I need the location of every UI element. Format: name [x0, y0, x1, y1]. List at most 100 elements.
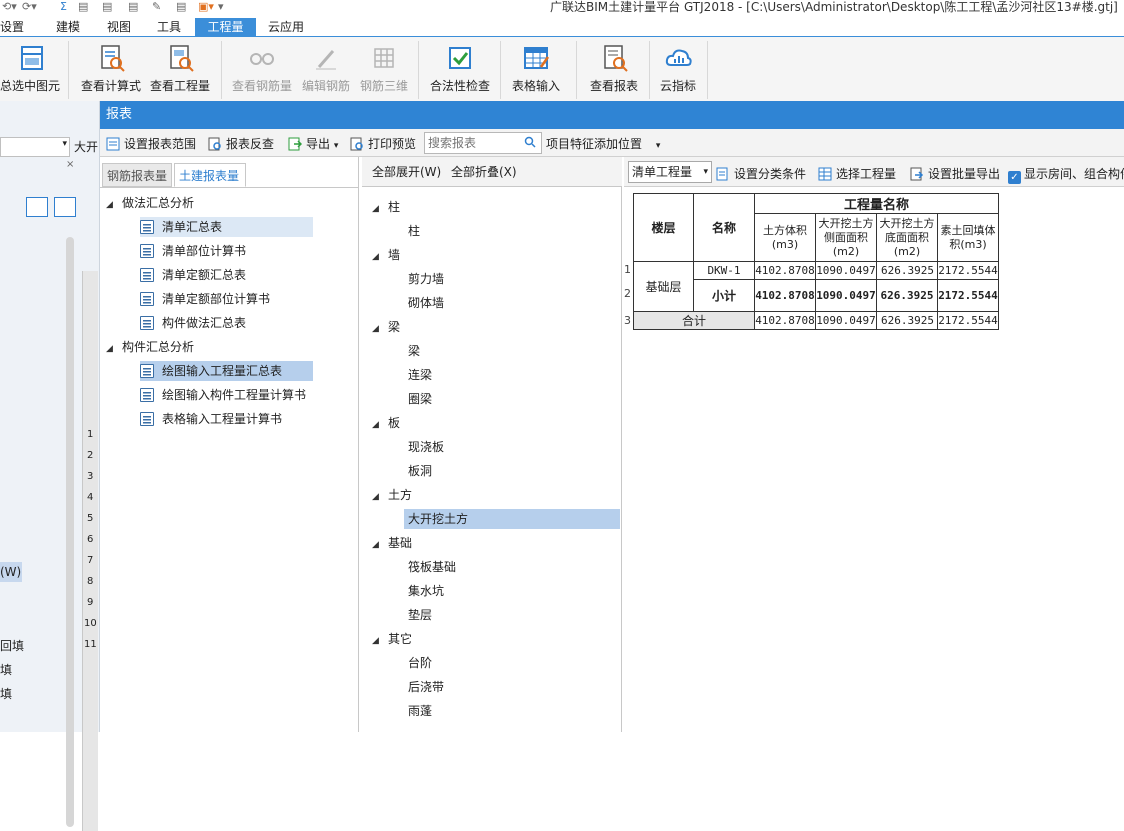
quick-icon-6[interactable]: ▣▾	[198, 0, 214, 13]
set-range-button[interactable]: 设置报表范围	[106, 135, 196, 152]
quick-icon-2[interactable]: ▤	[102, 0, 112, 13]
tab-civil-report[interactable]: 土建报表量	[174, 163, 246, 187]
cell-value[interactable]: 4102.8708	[754, 311, 816, 330]
tree-group-beam[interactable]: ◢ 梁	[372, 317, 400, 337]
legality-check-button[interactable]: 合法性检查	[428, 43, 492, 94]
list-view-icon[interactable]	[26, 197, 48, 217]
print-preview-button[interactable]: 打印预览	[350, 135, 416, 152]
header-backfill-volume: 素土回填体积(m3)	[937, 213, 999, 262]
tree-group-earthwork[interactable]: ◢ 土方	[372, 485, 412, 505]
menu-cloud[interactable]: 云应用	[268, 18, 308, 36]
background-tab-label[interactable]: 大开	[74, 138, 98, 155]
edit-rebar-button[interactable]: 编辑钢筋	[300, 43, 352, 94]
sum-icon[interactable]: Σ	[60, 0, 67, 13]
cell-total[interactable]: 合计	[633, 311, 755, 330]
tree-group-other[interactable]: ◢ 其它	[372, 629, 412, 649]
cell-value[interactable]: 2172.5544	[937, 279, 999, 312]
select-quantity-button[interactable]: 选择工程量	[818, 165, 896, 182]
tree-item[interactable]: 垫层	[408, 605, 432, 625]
tree-group-column[interactable]: ◢ 柱	[372, 197, 400, 217]
tree-group-slab[interactable]: ◢ 板	[372, 413, 400, 433]
tree-item[interactable]: 绘图输入构件工程量计算书	[140, 385, 306, 405]
tab-rebar-report[interactable]: 钢筋报表量	[102, 163, 172, 187]
cell-value[interactable]: 626.3925	[876, 279, 938, 312]
tree-item-bill-summary[interactable]: 清单汇总表	[140, 217, 313, 237]
undo-icon[interactable]: ⟲▾	[2, 0, 17, 13]
cell-floor[interactable]: 基础层	[633, 261, 694, 312]
tree-item-excavation[interactable]: 大开挖土方	[404, 509, 620, 529]
grid-view-icon[interactable]	[54, 197, 76, 217]
tree-item[interactable]: 雨蓬	[408, 701, 432, 721]
menu-tools[interactable]: 工具	[157, 18, 187, 36]
tree-group-wall[interactable]: ◢ 墙	[372, 245, 400, 265]
tree-group-method-summary[interactable]: ◢ 做法汇总分析	[106, 193, 194, 213]
export-button[interactable]: 导出 ▾	[288, 135, 338, 152]
rebar-3d-button[interactable]: 钢筋三维	[358, 43, 410, 94]
tree-item[interactable]: 板洞	[408, 461, 432, 481]
tree-item[interactable]: 圈梁	[408, 389, 432, 409]
background-dropdown[interactable]: ▾	[0, 137, 70, 157]
view-formula-button[interactable]: 查看计算式	[78, 43, 144, 94]
collapse-all-button[interactable]: 全部折叠(X)	[451, 157, 517, 187]
cloud-index-button[interactable]: 云指标	[656, 43, 700, 94]
menu-settings[interactable]: 设置	[0, 18, 34, 36]
tree-item[interactable]: 砌体墙	[408, 293, 444, 313]
tree-item[interactable]: 清单定额汇总表	[140, 265, 246, 285]
select-all-button[interactable]: 总选中图元	[0, 43, 62, 94]
tree-item[interactable]: 清单定额部位计算书	[140, 289, 270, 309]
tree-group-component-summary[interactable]: ◢ 构件汇总分析	[106, 337, 194, 357]
tree-item[interactable]: 表格输入工程量计算书	[140, 409, 282, 429]
tree-item[interactable]: 清单部位计算书	[140, 241, 246, 261]
cell-value[interactable]: 2172.5544	[937, 261, 999, 280]
show-room-checkbox[interactable]: ✓ 显示房间、组合构件	[1008, 165, 1124, 184]
tree-item[interactable]: 筏板基础	[408, 557, 456, 577]
menu-view[interactable]: 视图	[107, 18, 137, 36]
batch-export-button[interactable]: 设置批量导出	[910, 165, 1000, 182]
view-rebar-button[interactable]: 查看钢筋量	[230, 43, 294, 94]
quick-icon-5[interactable]: ▤	[176, 0, 186, 13]
search-box[interactable]	[424, 132, 542, 154]
quick-icon-4[interactable]: ✎	[152, 0, 161, 13]
quantity-type-select[interactable]: 清单工程量 ▾	[628, 161, 712, 183]
tree-item[interactable]: 后浇带	[408, 677, 444, 697]
redo-icon[interactable]: ⟳▾	[22, 0, 37, 13]
cell-value[interactable]: 626.3925	[876, 261, 938, 280]
quick-icon-1[interactable]: ▤	[78, 0, 88, 13]
expand-all-button[interactable]: 全部展开(W)	[372, 157, 441, 187]
tree-item[interactable]: 构件做法汇总表	[140, 313, 246, 333]
cell-value[interactable]: 2172.5544	[937, 311, 999, 330]
reverse-check-button[interactable]: 报表反查	[208, 135, 274, 152]
cell-subtotal[interactable]: 小计	[693, 279, 755, 312]
feature-position-dropdown[interactable]: 项目特征添加位置 ▾	[546, 135, 660, 152]
tree-item[interactable]: 集水坑	[408, 581, 444, 601]
tree-item[interactable]: 现浇板	[408, 437, 444, 457]
scrollbar[interactable]	[66, 237, 74, 827]
cell-value[interactable]: 4102.8708	[754, 279, 816, 312]
cell-value[interactable]: 1090.0497	[815, 311, 877, 330]
search-icon[interactable]	[524, 136, 536, 151]
tree-group-foundation[interactable]: ◢ 基础	[372, 533, 412, 553]
menu-modeling[interactable]: 建模	[56, 18, 86, 36]
tree-item-drawing-summary[interactable]: 绘图输入工程量汇总表	[140, 361, 313, 381]
view-quantity-button[interactable]: 查看工程量	[148, 43, 212, 94]
tree-item[interactable]: 连梁	[408, 365, 432, 385]
close-icon[interactable]: ×	[66, 159, 74, 170]
select-elements-icon	[15, 43, 45, 73]
tree-item[interactable]: 剪力墙	[408, 269, 444, 289]
view-report-button[interactable]: 查看报表	[586, 43, 642, 94]
cell-name[interactable]: DKW-1	[693, 261, 755, 280]
table-input-button[interactable]: 表格输入	[508, 43, 564, 94]
tree-item[interactable]: 柱	[408, 221, 420, 241]
cell-value[interactable]: 1090.0497	[815, 261, 877, 280]
tree-item[interactable]: 梁	[408, 341, 420, 361]
quick-icon-3[interactable]: ▤	[128, 0, 138, 13]
cell-value[interactable]: 1090.0497	[815, 279, 877, 312]
tree-item-label: 构件做法汇总表	[162, 316, 247, 330]
customize-arrow-icon[interactable]: ▾	[218, 0, 224, 13]
cell-value[interactable]: 4102.8708	[754, 261, 816, 280]
menu-quantity[interactable]: 工程量	[195, 18, 256, 36]
search-input[interactable]	[425, 133, 521, 153]
set-category-button[interactable]: 设置分类条件	[716, 165, 806, 182]
tree-item[interactable]: 台阶	[408, 653, 432, 673]
cell-value[interactable]: 626.3925	[876, 311, 938, 330]
